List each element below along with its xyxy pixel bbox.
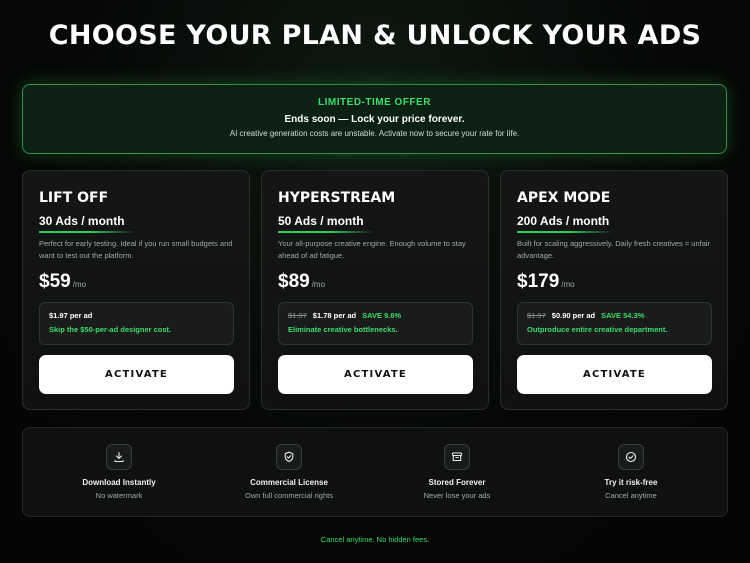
price-value: $89 (278, 271, 310, 292)
per-ad-note: Outproduce entire creative department. (527, 325, 668, 334)
per-ad-price: $0.90 per ad (551, 311, 596, 320)
offer-subtext: AI creative generation costs are unstabl… (229, 129, 520, 138)
features-bar: Download Instantly No watermark Commerci… (22, 427, 728, 517)
feature-subtitle: Cancel anytime (605, 491, 657, 500)
page-title: CHOOSE YOUR PLAN & UNLOCK YOUR ADS (48, 20, 702, 51)
plan-description: Perfect for early testing. Ideal if you … (39, 239, 233, 260)
plan-card-apex-mode: APEX MODE 200 Ads / month Built for scal… (500, 170, 728, 410)
offer-tag: LIMITED-TIME OFFER (318, 97, 431, 108)
plan-card-lift-off: LIFT OFF 30 Ads / month Perfect for earl… (22, 170, 250, 410)
old-per-ad-price: $1.97 (288, 311, 307, 320)
price-unit: /mo (561, 280, 575, 289)
plan-price: $89/mo (278, 271, 325, 293)
plan-ads-count: 30 Ads / month (39, 214, 125, 228)
feature-title: Stored Forever (428, 478, 486, 487)
feature-subtitle: No watermark (95, 491, 143, 500)
limited-offer-banner: LIMITED-TIME OFFER Ends soon — Lock your… (22, 84, 727, 154)
plan-accent-line (278, 231, 374, 233)
feature-download: Download Instantly No watermark (31, 428, 207, 518)
shield-check-icon (276, 444, 302, 470)
feature-title: Download Instantly (82, 478, 156, 487)
price-unit: /mo (311, 280, 326, 289)
plan-price: $59/mo (39, 271, 86, 293)
plan-description: Your all-purpose creative engine. Enough… (278, 239, 466, 260)
feature-subtitle: Own full commercial rights (245, 491, 333, 500)
download-icon (106, 444, 132, 470)
feature-subtitle: Never lose your ads (423, 491, 491, 500)
plan-description: Built for scaling aggressively. Daily fr… (517, 239, 711, 260)
activate-button-hyperstream[interactable]: ACTIVATE (278, 355, 473, 394)
feature-storage: Stored Forever Never lose your ads (369, 428, 545, 518)
per-ad-box: $1.97 per ad Skip the $50-per-ad designe… (39, 302, 234, 345)
plan-cards: LIFT OFF 30 Ads / month Perfect for earl… (22, 170, 728, 410)
price-value: $59 (39, 271, 71, 292)
feature-title: Try it risk-free (604, 478, 658, 487)
price-value: $179 (517, 271, 560, 292)
activate-button-lift-off[interactable]: ACTIVATE (39, 355, 234, 394)
plan-ads-count: 50 Ads / month (278, 214, 364, 228)
plan-price: $179/mo (517, 271, 575, 293)
per-ad-note: Eliminate creative bottlenecks. (288, 325, 398, 334)
plan-name: APEX MODE (517, 190, 611, 206)
activate-button-apex-mode[interactable]: ACTIVATE (517, 355, 712, 394)
per-ad-note: Skip the $50-per-ad designer cost. (49, 325, 172, 334)
per-ad-box: $1.97 $0.90 per ad SAVE 54.3% Outproduce e… (517, 302, 712, 345)
save-badge: SAVE 54.3% (601, 311, 645, 320)
footer-note: Cancel anytime. No hidden fees. (320, 535, 430, 544)
archive-icon (444, 444, 470, 470)
price-unit: /mo (72, 280, 87, 289)
old-per-ad-price: $1.97 (527, 311, 546, 320)
feature-title: Commercial License (250, 478, 328, 487)
plan-ads-count: 200 Ads / month (517, 214, 610, 228)
plan-name: HYPERSTREAM (278, 190, 396, 206)
check-circle-icon (618, 444, 644, 470)
plan-accent-line (517, 231, 613, 233)
plan-card-hyperstream: HYPERSTREAM 50 Ads / month Your all-purp… (261, 170, 489, 410)
offer-headline: Ends soon — Lock your price forever. (284, 114, 465, 125)
save-badge: SAVE 9.6% (362, 311, 402, 320)
feature-license: Commercial License Own full commercial r… (201, 428, 377, 518)
plan-accent-line (39, 231, 135, 233)
plan-name: LIFT OFF (39, 190, 109, 206)
feature-risk-free: Try it risk-free Cancel anytime (543, 428, 719, 518)
per-ad-box: $1.97 $1.78 per ad SAVE 9.6% Eliminate cre… (278, 302, 473, 345)
per-ad-price: $1.97 per ad (49, 311, 93, 320)
per-ad-price: $1.78 per ad (312, 311, 357, 320)
